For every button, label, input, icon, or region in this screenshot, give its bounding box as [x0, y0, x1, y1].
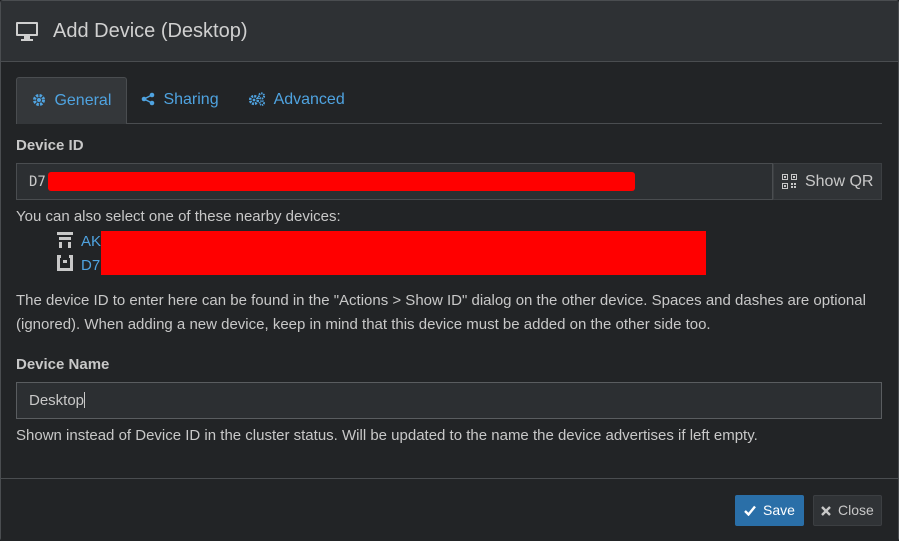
tab-general[interactable]: General: [16, 77, 128, 124]
device-name-input[interactable]: Desktop: [16, 382, 882, 419]
gear-icon: [32, 92, 54, 109]
save-label: Save: [762, 502, 795, 518]
device-id-value: D7: [29, 174, 46, 190]
qr-code-icon: [781, 173, 805, 190]
nearby-devices-intro: You can also select one of these nearby …: [16, 208, 341, 225]
close-button[interactable]: Close: [813, 495, 882, 526]
desktop-icon: [16, 20, 38, 42]
close-icon: [821, 502, 838, 518]
gears-icon: [248, 91, 274, 108]
redaction-bar: [101, 231, 706, 275]
nearby-device-link[interactable]: D7: [81, 257, 100, 274]
save-button[interactable]: Save: [735, 495, 804, 526]
tab-sharing[interactable]: Sharing: [126, 77, 234, 122]
show-qr-button[interactable]: Show QR: [773, 163, 882, 200]
device-id-label: Device ID: [16, 137, 84, 154]
dialog-title: Add Device (Desktop): [53, 20, 248, 42]
tab-sharing-label: Sharing: [163, 91, 219, 108]
tab-advanced-label: Advanced: [273, 91, 345, 108]
check-icon: [744, 502, 763, 518]
device-name-value: Desktop: [29, 392, 85, 409]
tab-bar: General Sharing Advanced: [16, 77, 882, 124]
share-icon: [141, 91, 163, 108]
text-cursor: [84, 392, 86, 408]
redaction-bar: [48, 172, 635, 191]
show-qr-label: Show QR: [804, 173, 874, 190]
close-label: Close: [838, 502, 874, 518]
device-identicon-icon: [57, 232, 73, 248]
device-name-help-text: Shown instead of Device ID in the cluste…: [16, 427, 758, 444]
device-name-label: Device Name: [16, 356, 110, 373]
tab-general-label: General: [54, 92, 112, 109]
device-identicon-icon: [57, 255, 73, 271]
tab-advanced[interactable]: Advanced: [233, 77, 360, 122]
device-id-help-text: The device ID to enter here can be found…: [16, 292, 866, 333]
add-device-dialog: Add Device (Desktop) General Sharing Adv…: [0, 0, 899, 541]
nearby-device-link[interactable]: AK: [81, 233, 101, 250]
dialog-header: Add Device (Desktop): [1, 1, 898, 62]
